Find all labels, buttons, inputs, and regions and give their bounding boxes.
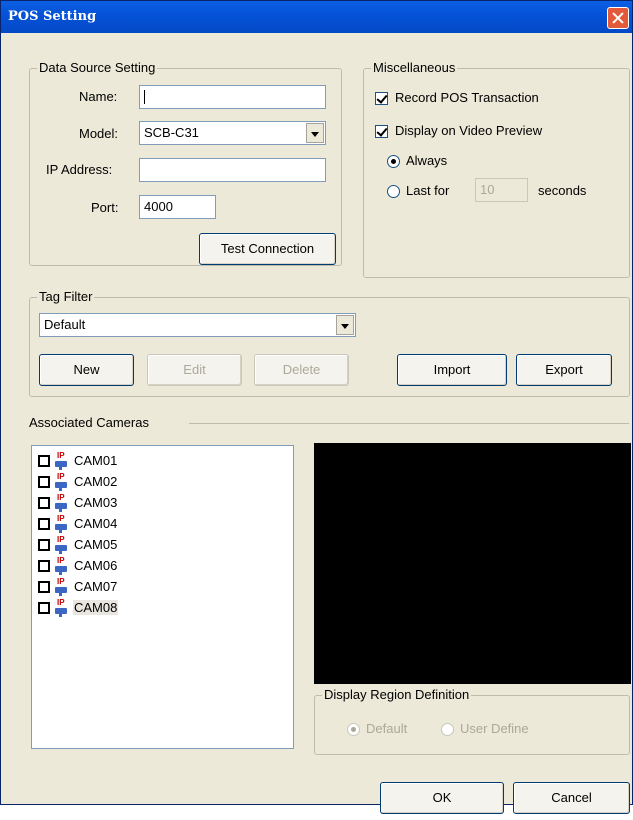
camera-checkbox[interactable] <box>38 560 50 572</box>
ip-camera-icon: IP <box>54 557 70 575</box>
always-radio[interactable] <box>387 155 400 168</box>
camera-label: CAM01 <box>74 453 118 468</box>
ip-camera-icon: IP <box>54 494 70 512</box>
tag-filter-value: Default <box>44 317 86 332</box>
camera-checkbox[interactable] <box>38 455 50 467</box>
name-label: Name: <box>79 89 118 104</box>
ip-camera-icon: IP <box>54 578 70 596</box>
port-value: 4000 <box>144 199 173 214</box>
import-button[interactable]: Import <box>397 354 507 386</box>
seconds-field[interactable]: 10 <box>475 178 528 202</box>
camera-checkbox[interactable] <box>38 539 50 551</box>
camera-label: CAM04 <box>74 516 118 531</box>
seconds-value: 10 <box>480 182 495 197</box>
edit-button[interactable]: Edit <box>147 354 242 386</box>
default-region-radio[interactable] <box>347 723 360 736</box>
tag-filter-select[interactable]: Default <box>39 313 356 337</box>
ip-camera-icon: IP <box>54 473 70 491</box>
last-for-label[interactable]: Last for <box>406 183 449 198</box>
chevron-down-icon[interactable] <box>336 315 354 335</box>
port-label: Port: <box>91 200 119 215</box>
display-region-legend: Display Region Definition <box>322 687 472 702</box>
camera-label: CAM02 <box>74 474 118 489</box>
tag-filter-legend: Tag Filter <box>37 289 95 304</box>
video-preview[interactable] <box>314 443 631 684</box>
camera-label: CAM06 <box>74 558 118 573</box>
record-pos-checkbox[interactable] <box>375 92 388 105</box>
close-icon[interactable] <box>607 7 629 29</box>
model-label: Model: <box>79 126 119 141</box>
ip-address-label: IP Address: <box>46 162 113 177</box>
ip-camera-icon: IP <box>54 536 70 554</box>
user-define-label: User Define <box>460 721 529 736</box>
ip-camera-icon: IP <box>54 599 70 617</box>
data-source-legend: Data Source Setting <box>37 60 158 75</box>
camera-label: CAM08 <box>73 600 119 615</box>
name-field[interactable] <box>139 85 326 109</box>
camera-label: CAM07 <box>74 579 118 594</box>
window-title: POS Setting <box>8 9 97 24</box>
pos-setting-window: POS Setting Data Source Setting Name: Mo… <box>0 0 633 814</box>
camera-label: CAM03 <box>74 495 118 510</box>
record-pos-label[interactable]: Record POS Transaction <box>395 90 539 105</box>
model-value: SCB-C31 <box>144 125 199 140</box>
camera-checkbox[interactable] <box>38 476 50 488</box>
model-select[interactable]: SCB-C31 <box>139 121 326 145</box>
test-connection-button[interactable]: Test Connection <box>199 233 336 265</box>
default-region-label: Default <box>366 721 408 736</box>
chevron-down-icon[interactable] <box>306 123 324 143</box>
display-preview-checkbox[interactable] <box>375 125 388 138</box>
miscellaneous-legend: Miscellaneous <box>371 60 458 75</box>
seconds-label: seconds <box>538 183 587 198</box>
last-for-radio[interactable] <box>387 185 400 198</box>
display-preview-label[interactable]: Display on Video Preview <box>395 123 542 138</box>
camera-checkbox[interactable] <box>38 518 50 530</box>
export-button[interactable]: Export <box>516 354 612 386</box>
always-label[interactable]: Always <box>406 153 447 168</box>
camera-list[interactable]: IP CAM01 IP CAM02 IP CAM03 IP CAM04 IP C… <box>31 445 294 749</box>
associated-cameras-label: Associated Cameras <box>29 415 149 430</box>
ip-camera-icon: IP <box>54 515 70 533</box>
camera-checkbox[interactable] <box>38 497 50 509</box>
ip-address-field[interactable] <box>139 158 326 182</box>
camera-checkbox[interactable] <box>38 602 50 614</box>
delete-button[interactable]: Delete <box>254 354 349 386</box>
port-field[interactable]: 4000 <box>139 195 216 219</box>
user-define-radio[interactable] <box>441 723 454 736</box>
title-bar[interactable]: POS Setting <box>1 1 632 33</box>
text-caret <box>144 90 145 104</box>
ip-camera-icon: IP <box>54 452 70 470</box>
cancel-button[interactable]: Cancel <box>513 782 630 814</box>
camera-label: CAM05 <box>74 537 118 552</box>
ok-button[interactable]: OK <box>380 782 504 814</box>
camera-checkbox[interactable] <box>38 581 50 593</box>
new-button[interactable]: New <box>39 354 134 386</box>
section-divider <box>189 423 629 424</box>
